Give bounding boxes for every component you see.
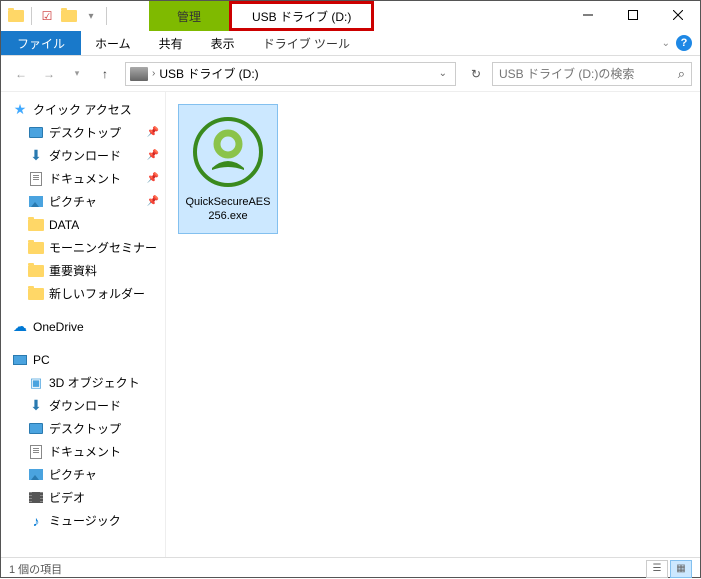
desktop-icon bbox=[27, 421, 45, 437]
drive-icon bbox=[130, 67, 148, 81]
qat-newfolder-icon[interactable] bbox=[60, 7, 78, 25]
picture-icon bbox=[27, 467, 45, 483]
ribbon-tabs: ファイル ホーム 共有 表示 ドライブ ツール ⌄ ? bbox=[1, 31, 700, 56]
pin-icon: 📌 bbox=[147, 173, 159, 184]
sidebar-pc[interactable]: PC bbox=[1, 348, 165, 371]
status-bar: 1 個の項目 ☰ ▦ bbox=[1, 557, 700, 579]
search-input[interactable] bbox=[499, 67, 678, 81]
forward-button[interactable]: → bbox=[37, 62, 61, 86]
document-icon bbox=[27, 171, 45, 187]
contextual-tab-header: 管理 USB ドライブ (D:) bbox=[149, 1, 374, 31]
details-view-button[interactable]: ☰ bbox=[646, 560, 668, 578]
music-icon: ♪ bbox=[27, 513, 45, 529]
window-controls bbox=[565, 1, 700, 31]
close-button[interactable] bbox=[655, 1, 700, 29]
up-button[interactable]: ↑ bbox=[93, 62, 117, 86]
sidebar-data[interactable]: DATA bbox=[1, 213, 165, 236]
video-icon bbox=[27, 490, 45, 506]
sidebar-pictures-2[interactable]: ピクチャ bbox=[1, 463, 165, 486]
folder-icon bbox=[27, 240, 45, 256]
sidebar-important[interactable]: 重要資料 bbox=[1, 259, 165, 282]
sidebar-desktop-2[interactable]: デスクトップ bbox=[1, 417, 165, 440]
maximize-button[interactable] bbox=[610, 1, 655, 29]
file-name: QuickSecureAES256.exe bbox=[183, 195, 273, 224]
qat-properties-icon[interactable]: ☑ bbox=[38, 7, 56, 25]
sidebar-quick-access[interactable]: ★クイック アクセス bbox=[1, 98, 165, 121]
sidebar-desktop[interactable]: デスクトップ📌 bbox=[1, 121, 165, 144]
download-icon: ⬇ bbox=[27, 148, 45, 164]
main-area: ★クイック アクセス デスクトップ📌 ⬇ダウンロード📌 ドキュメント📌 ピクチャ… bbox=[1, 92, 700, 557]
folder-icon bbox=[27, 217, 45, 233]
window-title: USB ドライブ (D:) bbox=[229, 1, 374, 31]
tab-share[interactable]: 共有 bbox=[145, 31, 197, 55]
minimize-button[interactable] bbox=[565, 1, 610, 29]
tab-view[interactable]: 表示 bbox=[197, 31, 249, 55]
pin-icon: 📌 bbox=[147, 127, 159, 138]
titlebar: ☑ ▾ 管理 USB ドライブ (D:) bbox=[1, 1, 700, 31]
icons-view-button[interactable]: ▦ bbox=[670, 560, 692, 578]
download-icon: ⬇ bbox=[27, 398, 45, 414]
desktop-icon bbox=[27, 125, 45, 141]
breadcrumb-chevron-icon[interactable]: › bbox=[152, 68, 155, 79]
navigation-bar: ← → ▾ ↑ › USB ドライブ (D:) ⌄ ↻ ⌕ bbox=[1, 56, 700, 92]
tab-file[interactable]: ファイル bbox=[1, 31, 81, 55]
sidebar-videos[interactable]: ビデオ bbox=[1, 486, 165, 509]
pin-icon: 📌 bbox=[147, 196, 159, 207]
sidebar-onedrive[interactable]: ☁OneDrive bbox=[1, 315, 165, 338]
contextual-category: 管理 bbox=[149, 1, 229, 31]
back-button[interactable]: ← bbox=[9, 62, 33, 86]
item-count: 1 個の項目 bbox=[9, 561, 62, 577]
onedrive-icon: ☁ bbox=[11, 319, 29, 335]
help-icon[interactable]: ? bbox=[676, 35, 692, 51]
navigation-pane[interactable]: ★クイック アクセス デスクトップ📌 ⬇ダウンロード📌 ドキュメント📌 ピクチャ… bbox=[1, 92, 166, 557]
address-text[interactable]: USB ドライブ (D:) bbox=[159, 65, 434, 82]
sidebar-documents[interactable]: ドキュメント📌 bbox=[1, 167, 165, 190]
address-dropdown-icon[interactable]: ⌄ bbox=[435, 68, 451, 79]
quick-access-toolbar: ☑ ▾ bbox=[1, 1, 109, 31]
sidebar-downloads[interactable]: ⬇ダウンロード📌 bbox=[1, 144, 165, 167]
folder-icon bbox=[27, 263, 45, 279]
sidebar-newfolder[interactable]: 新しいフォルダー bbox=[1, 282, 165, 305]
app-icon bbox=[7, 7, 25, 25]
document-icon bbox=[27, 444, 45, 460]
sidebar-documents-2[interactable]: ドキュメント bbox=[1, 440, 165, 463]
address-bar[interactable]: › USB ドライブ (D:) ⌄ bbox=[125, 62, 456, 86]
pin-icon: 📌 bbox=[147, 150, 159, 161]
folder-icon bbox=[27, 286, 45, 302]
picture-icon bbox=[27, 194, 45, 210]
refresh-button[interactable]: ↻ bbox=[464, 62, 488, 86]
tab-drive-tools[interactable]: ドライブ ツール bbox=[249, 31, 364, 55]
sidebar-music[interactable]: ♪ミュージック bbox=[1, 509, 165, 532]
file-item[interactable]: QuickSecureAES256.exe bbox=[178, 104, 278, 234]
view-mode-buttons: ☰ ▦ bbox=[646, 560, 692, 578]
sidebar-3d-objects[interactable]: ▣3D オブジェクト bbox=[1, 371, 165, 394]
sidebar-downloads-2[interactable]: ⬇ダウンロード bbox=[1, 394, 165, 417]
recent-dropdown-icon[interactable]: ▾ bbox=[65, 62, 89, 86]
sidebar-morning[interactable]: モーニングセミナー bbox=[1, 236, 165, 259]
qat-dropdown-icon[interactable]: ▾ bbox=[82, 7, 100, 25]
pc-icon bbox=[11, 352, 29, 368]
cube-icon: ▣ bbox=[27, 375, 45, 391]
star-icon: ★ bbox=[11, 102, 29, 118]
search-icon[interactable]: ⌕ bbox=[678, 66, 685, 82]
file-thumbnail bbox=[189, 113, 267, 191]
sidebar-pictures[interactable]: ピクチャ📌 bbox=[1, 190, 165, 213]
file-list[interactable]: QuickSecureAES256.exe bbox=[166, 92, 700, 557]
search-box[interactable]: ⌕ bbox=[492, 62, 692, 86]
tab-home[interactable]: ホーム bbox=[81, 31, 145, 55]
ribbon-expand-icon[interactable]: ⌄ bbox=[662, 38, 670, 49]
